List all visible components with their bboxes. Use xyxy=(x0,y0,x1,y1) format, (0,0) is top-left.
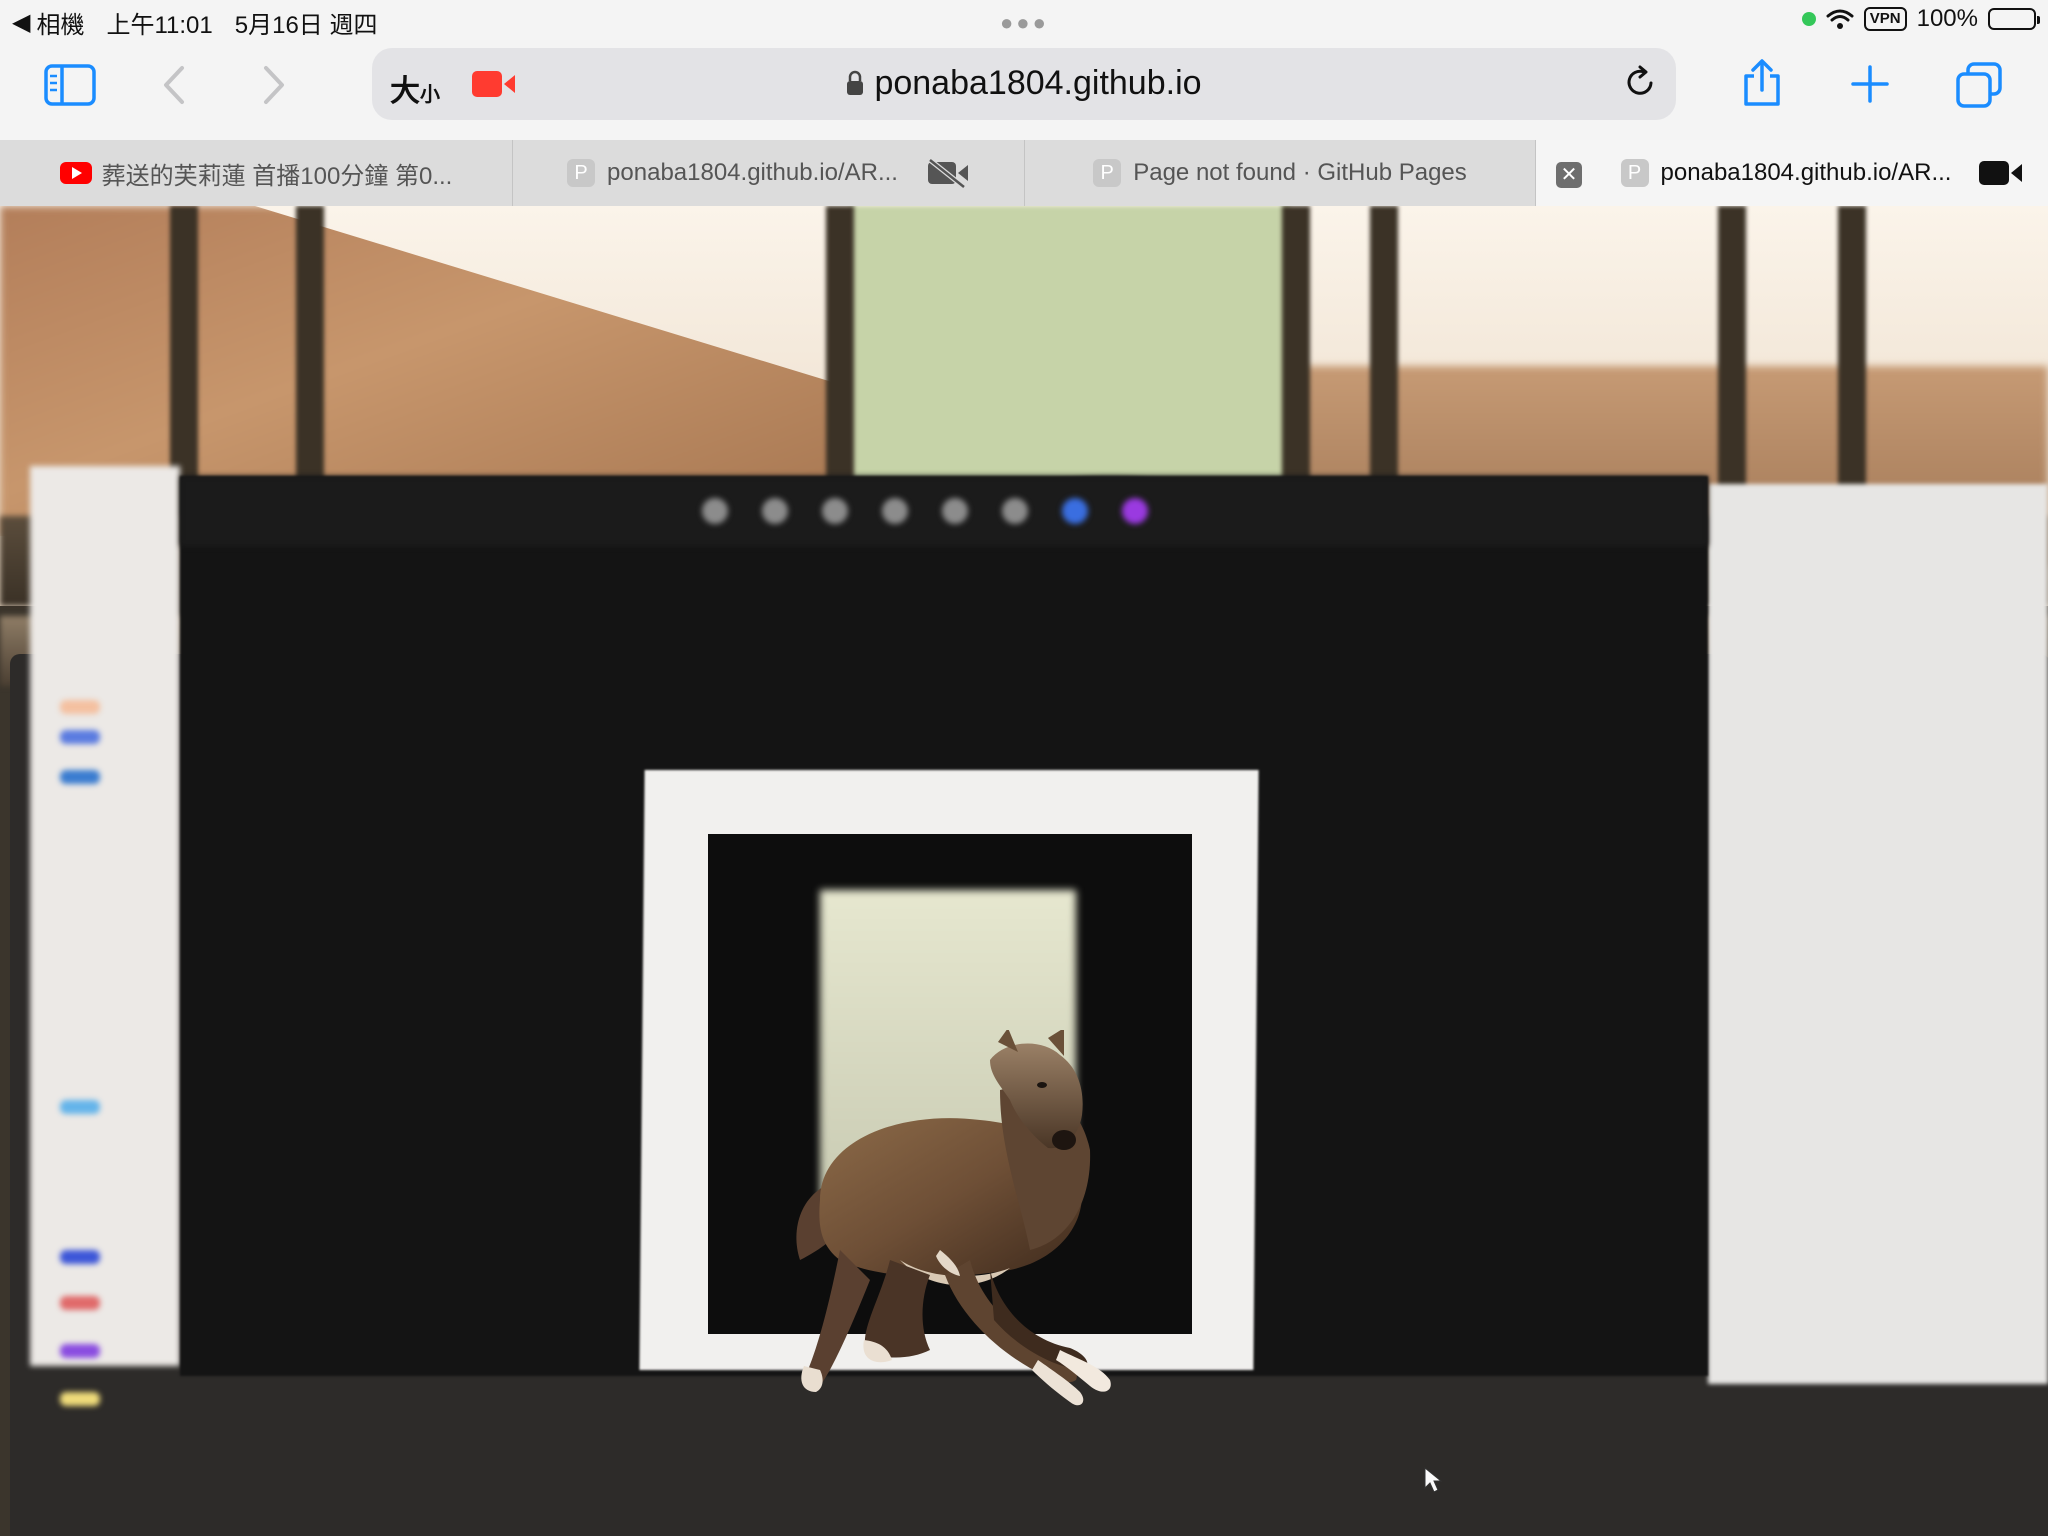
sidebar-toggle-button[interactable] xyxy=(44,64,96,106)
blurred-icon xyxy=(60,1296,100,1310)
address-bar[interactable]: 大小 ponaba1804.github.io xyxy=(372,48,1676,120)
blurred-tool-icon xyxy=(822,498,848,524)
monitor-sidebar xyxy=(30,466,180,1366)
blurred-tool-icon xyxy=(1122,498,1148,524)
back-to-app-button[interactable]: ◀ 相機 xyxy=(12,5,84,40)
close-tab-button[interactable]: ✕ xyxy=(1556,162,1582,188)
browser-toolbar: 大小 ponaba1804.github.io xyxy=(0,40,2048,140)
tab-title: ponaba1804.github.io/AR... xyxy=(607,159,898,186)
tab-ar-page-active[interactable]: P ponaba1804.github.io/AR... xyxy=(1536,140,2048,206)
forward-button[interactable] xyxy=(260,64,288,106)
reload-icon xyxy=(1627,65,1653,95)
video-camera-icon xyxy=(1979,161,2023,185)
back-triangle-icon: ◀ xyxy=(12,9,31,36)
tab-ar-page-1[interactable]: P ponaba1804.github.io/AR... xyxy=(513,140,1025,206)
camera-in-use-indicator xyxy=(1801,12,1816,26)
share-button[interactable] xyxy=(1742,58,1782,108)
vpn-badge: VPN xyxy=(1863,7,1907,31)
multitasking-dots-icon[interactable]: ●●● xyxy=(1000,10,1049,36)
ar-wolf-model[interactable] xyxy=(780,1030,1160,1430)
blurred-icon xyxy=(60,1392,100,1406)
mouse-cursor-icon xyxy=(1424,1466,1443,1493)
back-button[interactable] xyxy=(160,64,188,106)
tab-title: Page not found · GitHub Pages xyxy=(1133,159,1467,186)
blurred-tool-icon xyxy=(882,498,908,524)
status-bar: ◀ 相機 上午11:01 5月16日 週四 ●●● VPN 100% xyxy=(0,0,2048,40)
youtube-icon xyxy=(59,162,92,184)
blurred-icon xyxy=(60,1100,100,1114)
blurred-icon xyxy=(60,730,100,744)
camera-off-icon xyxy=(927,158,968,188)
favicon-p-icon: P xyxy=(567,159,596,187)
blurred-icon xyxy=(60,700,100,714)
chevron-left-icon xyxy=(164,66,184,104)
tabs-icon xyxy=(1956,62,2002,108)
tab-page-not-found[interactable]: P Page not found · GitHub Pages xyxy=(1025,140,1536,206)
tab-youtube[interactable]: 葬送的芙莉蓮 首播100分鐘 第0... xyxy=(0,140,513,206)
reload-button[interactable] xyxy=(1622,64,1658,105)
chevron-right-icon xyxy=(264,66,284,104)
blurred-tool-icon xyxy=(762,498,788,524)
status-time: 上午11:01 xyxy=(106,12,213,39)
blurred-icon xyxy=(60,1250,100,1264)
plus-icon xyxy=(1851,65,1889,103)
monitor-right-panel xyxy=(1708,484,2048,1384)
url-text: ponaba1804.github.io xyxy=(874,64,1202,102)
wifi-icon xyxy=(1826,9,1854,29)
tab-title: 葬送的芙莉蓮 首播100分鐘 第0... xyxy=(101,162,453,190)
status-date: 5月16日 週四 xyxy=(234,12,378,39)
battery-icon xyxy=(1988,8,2040,30)
blurred-tool-icon xyxy=(702,498,728,524)
favicon-p-icon: P xyxy=(1093,159,1122,187)
lock-icon xyxy=(846,66,864,105)
tab-bar: 葬送的芙莉蓮 首播100分鐘 第0... P ponaba1804.github… xyxy=(0,140,2048,207)
blurred-tool-icon xyxy=(1062,498,1088,524)
back-app-label: 相機 xyxy=(36,12,85,39)
tab-title: ponaba1804.github.io/AR... xyxy=(1660,159,1952,186)
battery-percent: 100% xyxy=(1916,5,1978,32)
blurred-tool-icon xyxy=(942,498,968,524)
new-tab-button[interactable] xyxy=(1850,64,1890,104)
blurred-tool-icon xyxy=(1002,498,1028,524)
favicon-p-icon: P xyxy=(1620,159,1649,187)
sidebar-icon xyxy=(44,64,96,106)
blurred-icon xyxy=(60,1344,100,1358)
tab-overview-button[interactable] xyxy=(1956,62,2002,108)
share-icon xyxy=(1744,59,1780,106)
blurred-icon xyxy=(60,770,100,784)
